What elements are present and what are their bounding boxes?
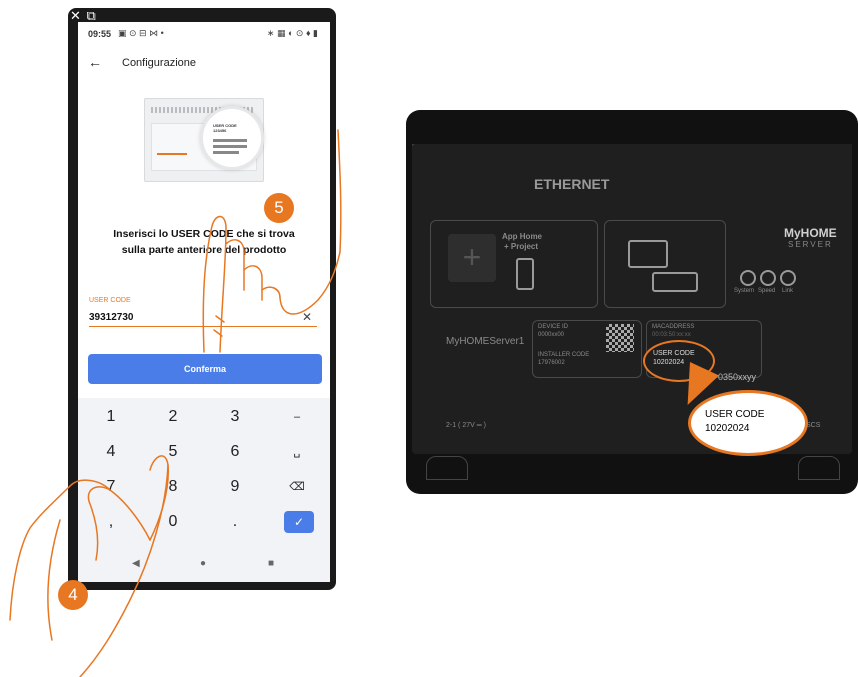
finger-outline	[225, 239, 245, 291]
user-code-callout: USER CODE 10202024	[688, 390, 808, 456]
app-label-1: App Home	[502, 232, 542, 241]
installer-code-label: INSTALLER CODE	[538, 352, 590, 358]
step-5-badge: 5	[264, 193, 294, 223]
ethernet-label: ETHERNET	[534, 176, 610, 192]
finger-outline	[202, 215, 227, 353]
palm-outline	[261, 251, 341, 315]
model-name: MyHOMEServer1	[446, 336, 525, 347]
usb-device-icon	[652, 272, 698, 292]
knuckle-lines	[213, 315, 225, 337]
partial-mac-text: 0350xxyy	[718, 372, 757, 382]
wrist-outline	[337, 129, 342, 253]
mac-value: 00:03:50:xx:xx	[652, 332, 691, 338]
brand-subtitle: SERVER	[788, 240, 833, 249]
brand-logo: MyHOME	[784, 226, 837, 240]
device-user-code-value: 10202024	[653, 359, 685, 366]
led-label-system: System	[734, 288, 755, 294]
qr-code-icon	[606, 324, 634, 352]
led-label-link: Link	[782, 288, 794, 294]
wrist-outline	[79, 464, 169, 677]
step-4-badge: 4	[58, 580, 88, 610]
led-label-speed: Speed	[758, 288, 776, 294]
led-link-icon	[780, 270, 796, 286]
plus-icon: +	[448, 234, 496, 282]
led-speed-icon	[760, 270, 776, 286]
device-id-label: DEVICE ID	[538, 324, 569, 330]
terminal-right-label: SCS	[806, 422, 821, 429]
usb-port-icon	[628, 240, 668, 268]
bottom-clip-right	[798, 456, 840, 480]
bottom-clip-left	[426, 456, 468, 480]
mac-label: MACADDRESS	[652, 324, 695, 330]
finger-outline	[87, 486, 151, 561]
app-label-2: + Project	[504, 242, 539, 251]
finger-outline	[243, 265, 263, 301]
callout-line-2: 10202024	[705, 423, 750, 434]
finger-outline	[149, 455, 169, 541]
led-system-icon	[740, 270, 756, 286]
smartphone-icon	[516, 258, 534, 290]
device-id-value: 0000xx00	[538, 332, 565, 338]
thumb-outline	[47, 519, 61, 641]
terminal-left-label: 2-1 ( 27V ═ )	[446, 422, 486, 429]
callout-line-1: USER CODE	[705, 409, 765, 420]
installer-code-value: 17976002	[538, 360, 565, 366]
device-user-code-label: USER CODE	[653, 350, 695, 357]
